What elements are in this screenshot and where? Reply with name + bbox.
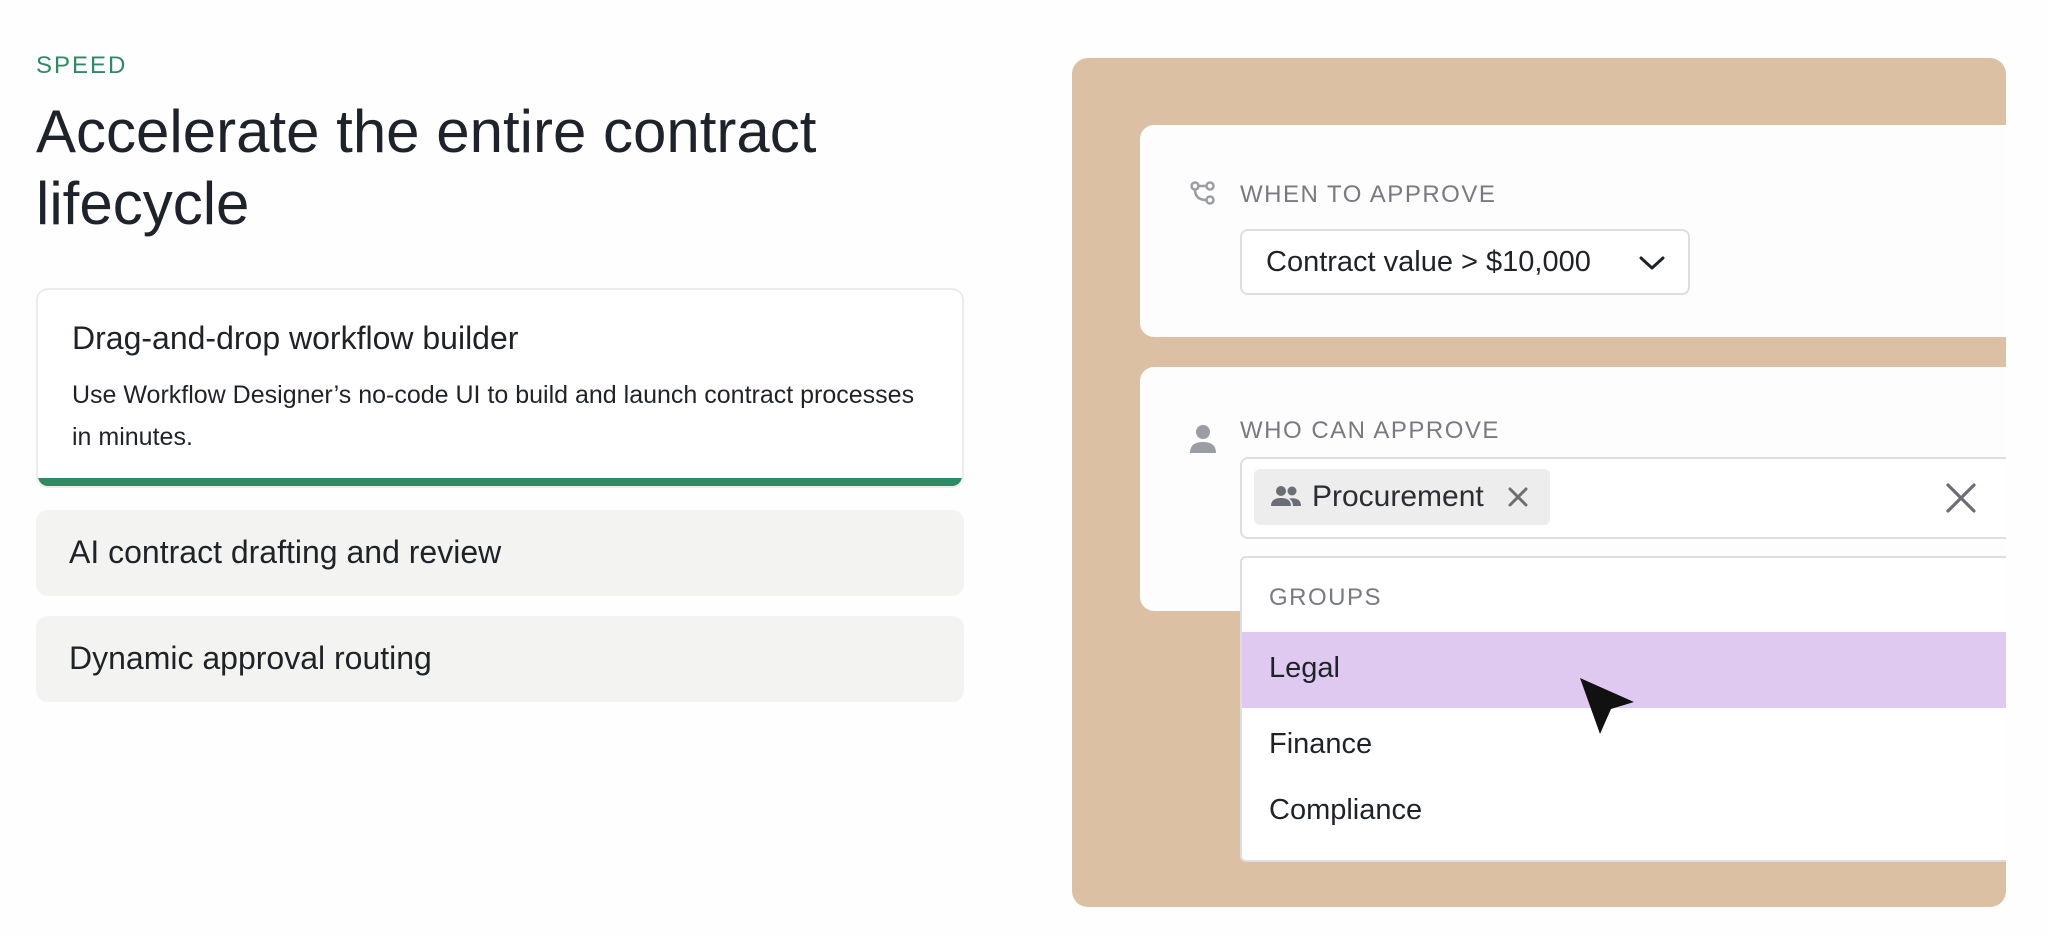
feature-card-ai-drafting[interactable]: AI contract drafting and review [36, 510, 964, 596]
group-icon [1270, 483, 1302, 514]
product-demo-panel: WHEN TO APPROVE Contract value > $10,000… [1072, 58, 2006, 907]
feature-progress-bar [38, 478, 962, 486]
approver-chip-label: Procurement [1312, 480, 1484, 513]
dropdown-option-compliance[interactable]: Compliance [1242, 774, 2006, 850]
who-can-approve-label: WHO CAN APPROVE [1240, 417, 1500, 444]
feature-card-title: AI contract drafting and review [69, 534, 502, 570]
chevron-down-icon [1638, 253, 1666, 278]
feature-card-title: Drag-and-drop workflow builder [72, 320, 519, 356]
feature-card-workflow-builder[interactable]: Drag-and-drop workflow builder Use Workf… [36, 288, 964, 488]
branch-icon [1188, 179, 1218, 209]
approval-condition-select[interactable]: Contract value > $10,000 [1240, 229, 1690, 295]
when-to-approve-card: WHEN TO APPROVE Contract value > $10,000 [1140, 125, 2006, 337]
feature-card-title: Dynamic approval routing [69, 640, 432, 676]
approver-chip-procurement: Procurement [1254, 469, 1550, 525]
dropdown-option-label: Compliance [1269, 794, 1423, 826]
mouse-cursor-icon [1578, 676, 1638, 745]
speed-eyebrow: SPEED [36, 52, 128, 79]
approval-condition-value: Contract value > $10,000 [1266, 246, 1591, 278]
section-headline: Accelerate the entire contract lifecycle [36, 98, 817, 237]
feature-card-approval-routing[interactable]: Dynamic approval routing [36, 616, 964, 702]
remove-chip-icon[interactable] [1506, 485, 1530, 514]
clear-selection-icon[interactable] [1944, 481, 1978, 520]
dropdown-option-label: Legal [1269, 652, 1340, 684]
person-icon [1188, 423, 1218, 453]
groups-header: GROUPS [1269, 584, 1383, 611]
dropdown-option-label: Finance [1269, 728, 1373, 760]
feature-card-description: Use Workflow Designer’s no-code UI to bu… [72, 381, 915, 451]
approver-multiselect[interactable]: Procurement [1240, 457, 2006, 539]
when-to-approve-label: WHEN TO APPROVE [1240, 181, 1497, 208]
